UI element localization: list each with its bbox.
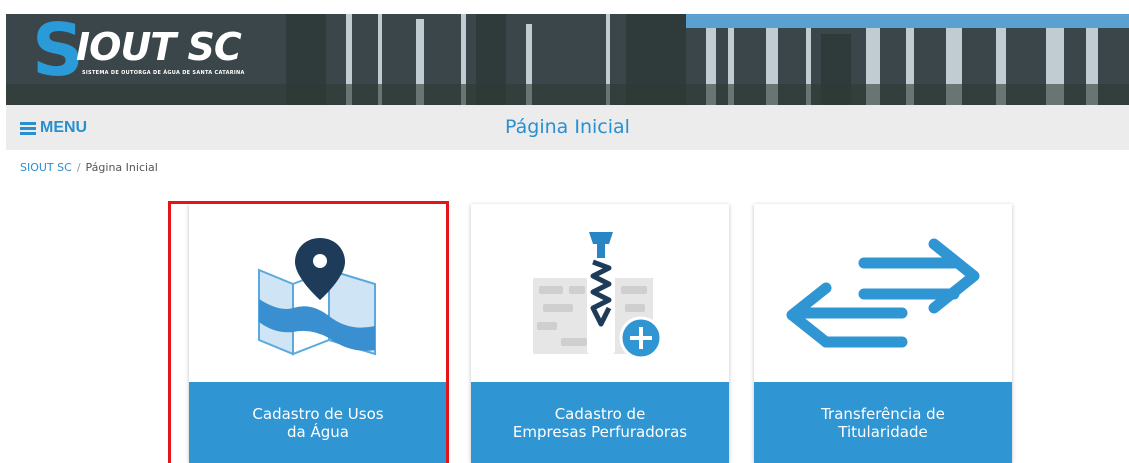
breadcrumb-home-link[interactable]: SIOUT SC xyxy=(20,161,72,174)
card-label: Cadastro de Empresas Perfuradoras xyxy=(512,404,688,441)
card-transferencia-titularidade[interactable]: Transferência de Titularidade xyxy=(754,204,1012,463)
logo-subtitle: SISTEMA DE OUTORGA DE ÁGUA DE SANTA CATA… xyxy=(82,70,245,76)
map-pin-icon xyxy=(258,238,376,356)
breadcrumb: SIOUT SC / Página Inicial xyxy=(20,161,158,174)
transfer-arrows-icon xyxy=(786,238,980,348)
breadcrumb-current: Página Inicial xyxy=(85,161,158,174)
card-cadastro-empresas-perfuradoras[interactable]: Cadastro de Empresas Perfuradoras xyxy=(471,204,729,463)
drill-plus-icon xyxy=(533,232,663,360)
logo-text: IOUT SC xyxy=(76,25,242,69)
breadcrumb-separator: / xyxy=(76,161,81,174)
siout-logo[interactable]: S IOUT SC SISTEMA DE OUTORGA DE ÁGUA DE … xyxy=(32,14,272,90)
card-label: Cadastro de Usos da Água xyxy=(252,404,384,441)
card-cadastro-usos-agua[interactable]: Cadastro de Usos da Água xyxy=(189,204,447,463)
top-navbar: MENU Página Inicial xyxy=(6,105,1129,150)
header-banner: S IOUT SC SISTEMA DE OUTORGA DE ÁGUA DE … xyxy=(6,14,1129,105)
card-label: Transferência de Titularidade xyxy=(821,404,945,441)
page-title: Página Inicial xyxy=(505,116,630,138)
